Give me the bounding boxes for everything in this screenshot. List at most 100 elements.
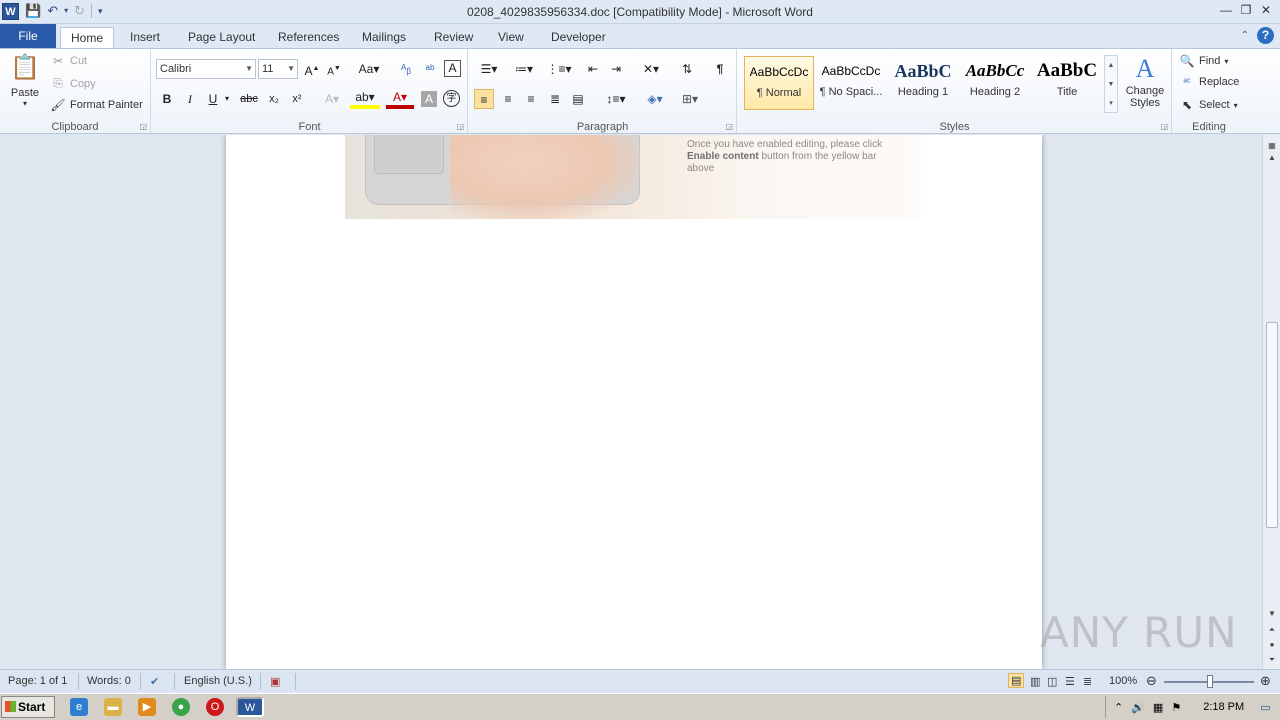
- copy-button[interactable]: ⎘ Copy: [50, 76, 96, 91]
- style-heading-1[interactable]: AaBbC Heading 1: [888, 56, 958, 110]
- font-name-combo[interactable]: Calibri ▼: [156, 59, 256, 79]
- close-button[interactable]: ✕: [1258, 1, 1274, 19]
- tab-references[interactable]: References: [268, 27, 349, 48]
- style-normal[interactable]: AaBbCcDc ¶ Normal: [744, 56, 814, 110]
- paste-button[interactable]: 📋 Paste ▾: [6, 53, 44, 108]
- underline-icon[interactable]: U: [203, 89, 223, 109]
- phonetic-guide-icon[interactable]: ᵃᵇ: [420, 59, 440, 79]
- clipboard-launcher-icon[interactable]: ◲: [139, 122, 147, 131]
- style-title[interactable]: AaBbC Title: [1032, 56, 1102, 110]
- tab-insert[interactable]: Insert: [120, 27, 170, 48]
- vertical-scrollbar[interactable]: ▦ ▲ ▼ ⏶ ● ⏷: [1262, 135, 1280, 669]
- document-page[interactable]: Once you have enabled editing, please cl…: [226, 135, 1042, 669]
- clear-formatting-icon[interactable]: ᴬᵦ: [396, 59, 416, 79]
- outline-icon[interactable]: ☰: [1065, 675, 1075, 688]
- shading-icon[interactable]: ◈▾: [641, 89, 669, 109]
- show-desktop-icon[interactable]: ▭: [1260, 701, 1270, 714]
- font-size-combo[interactable]: 11 ▼: [258, 59, 298, 79]
- tab-mailings[interactable]: Mailings: [352, 27, 416, 48]
- next-page-icon[interactable]: ⏷: [1263, 655, 1280, 665]
- word-count[interactable]: Words: 0: [87, 675, 131, 687]
- paragraph-launcher-icon[interactable]: ◲: [725, 122, 733, 131]
- find-button[interactable]: 🔍 Find ▾: [1179, 54, 1229, 68]
- help-icon[interactable]: ?: [1257, 27, 1274, 44]
- zoom-level[interactable]: 100%: [1109, 675, 1137, 687]
- shrink-font-icon[interactable]: A▼: [324, 59, 344, 79]
- tab-view[interactable]: View: [488, 27, 534, 48]
- style-no-spacing[interactable]: AaBbCcDc ¶ No Spaci...: [816, 56, 886, 110]
- style-heading-2[interactable]: AaBbCc Heading 2: [960, 56, 1030, 110]
- internet-explorer-icon[interactable]: e: [70, 698, 88, 716]
- macro-record-icon[interactable]: ▣: [270, 675, 280, 688]
- sort-icon[interactable]: ⇅: [677, 59, 697, 79]
- tab-file[interactable]: File: [0, 24, 56, 48]
- numbering-icon[interactable]: ≔▾: [509, 59, 539, 79]
- gallery-more-icon[interactable]: ▾: [1105, 94, 1117, 113]
- font-launcher-icon[interactable]: ◲: [456, 122, 464, 131]
- strikethrough-icon[interactable]: abc: [239, 89, 259, 109]
- select-button[interactable]: ⬉ Select ▾: [1179, 98, 1238, 112]
- tab-home[interactable]: Home: [60, 27, 115, 48]
- format-painter-button[interactable]: 🖌 Format Painter: [50, 98, 142, 112]
- superscript-icon[interactable]: x²: [287, 89, 307, 109]
- align-left-icon[interactable]: ≡: [474, 89, 494, 109]
- text-effects-icon[interactable]: A▾: [318, 89, 346, 109]
- bold-icon[interactable]: B: [157, 89, 177, 109]
- full-screen-reading-icon[interactable]: ▥: [1030, 675, 1040, 688]
- gallery-up-icon[interactable]: ▲: [1105, 56, 1117, 75]
- zoom-slider-thumb[interactable]: [1207, 675, 1213, 688]
- minimize-ribbon-icon[interactable]: ⌃: [1241, 30, 1249, 41]
- subscript-icon[interactable]: x₂: [264, 89, 284, 109]
- enclose-characters-icon[interactable]: 字: [443, 90, 460, 107]
- distributed-icon[interactable]: ▤: [568, 89, 588, 109]
- language[interactable]: English (U.S.): [184, 675, 252, 687]
- tab-review[interactable]: Review: [424, 27, 483, 48]
- page-count[interactable]: Page: 1 of 1: [8, 675, 67, 687]
- underline-dropdown-icon[interactable]: ▾: [221, 89, 233, 109]
- previous-page-icon[interactable]: ⏶: [1263, 625, 1280, 635]
- font-color-icon[interactable]: A▾: [386, 89, 414, 109]
- word-taskbar-button[interactable]: W: [236, 697, 264, 717]
- character-shading-icon[interactable]: A: [421, 91, 437, 107]
- replace-button[interactable]: ᵃᶜ Replace: [1179, 76, 1239, 88]
- scroll-up-icon[interactable]: ▲: [1263, 153, 1280, 162]
- restore-button[interactable]: ❐: [1238, 1, 1254, 19]
- web-layout-icon[interactable]: ◫: [1047, 675, 1057, 688]
- action-center-flag-icon[interactable]: ⚑: [1171, 701, 1181, 714]
- draft-icon[interactable]: ≣: [1083, 675, 1092, 688]
- explorer-folder-icon[interactable]: ▬: [104, 698, 122, 716]
- media-player-icon[interactable]: ▶: [138, 698, 156, 716]
- styles-gallery-scroll[interactable]: ▲ ▼ ▾: [1104, 55, 1118, 113]
- character-border-icon[interactable]: A: [444, 60, 461, 77]
- asian-layout-icon[interactable]: ✕▾: [637, 59, 665, 79]
- change-styles-button[interactable]: A Change Styles: [1122, 53, 1168, 109]
- increase-indent-icon[interactable]: ⇥: [606, 59, 626, 79]
- proofing-icon[interactable]: ✔: [150, 675, 159, 688]
- tab-developer[interactable]: Developer: [541, 27, 616, 48]
- styles-launcher-icon[interactable]: ◲: [1160, 122, 1168, 131]
- zoom-in-icon[interactable]: ⊕: [1260, 673, 1271, 689]
- highlight-icon[interactable]: ab▾: [350, 89, 380, 109]
- grow-font-icon[interactable]: A▲: [302, 59, 322, 79]
- tab-page-layout[interactable]: Page Layout: [178, 27, 265, 48]
- ruler-toggle-icon[interactable]: ▦: [1263, 141, 1280, 150]
- opera-icon[interactable]: O: [206, 698, 224, 716]
- start-button[interactable]: Start: [1, 696, 55, 718]
- change-case-icon[interactable]: Aa▾: [355, 59, 383, 79]
- network-icon[interactable]: ▦: [1153, 701, 1163, 714]
- align-right-icon[interactable]: ≡: [521, 89, 541, 109]
- volume-icon[interactable]: 🔊: [1131, 701, 1145, 714]
- clock[interactable]: 2:18 PM: [1203, 701, 1244, 713]
- scroll-down-icon[interactable]: ▼: [1263, 609, 1280, 618]
- multilevel-list-icon[interactable]: ⋮≡▾: [544, 59, 574, 79]
- show-hide-marks-icon[interactable]: ¶: [710, 59, 730, 79]
- justify-icon[interactable]: ≣: [545, 89, 565, 109]
- decrease-indent-icon[interactable]: ⇤: [583, 59, 603, 79]
- print-layout-icon[interactable]: ▤: [1008, 673, 1025, 688]
- scroll-thumb[interactable]: [1266, 322, 1278, 528]
- show-hidden-icons-icon[interactable]: ⌃: [1114, 701, 1123, 714]
- italic-icon[interactable]: I: [180, 89, 200, 109]
- browse-object-icon[interactable]: ●: [1263, 640, 1280, 649]
- zoom-out-icon[interactable]: ⊖: [1146, 673, 1157, 689]
- cut-button[interactable]: ✂ Cut: [50, 54, 87, 68]
